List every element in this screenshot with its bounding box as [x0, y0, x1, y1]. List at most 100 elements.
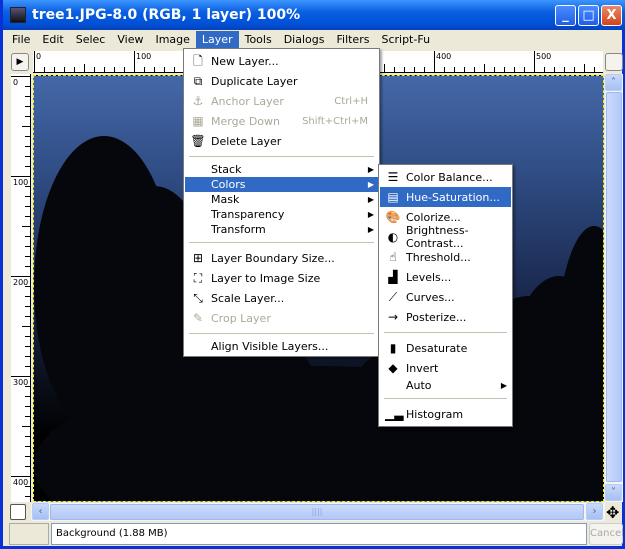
ruler-label: 400: [13, 478, 29, 487]
menu-item-merge-down: ▦ Merge Down Shift+Ctrl+M: [185, 111, 378, 131]
ruler-tick: [25, 146, 30, 147]
menu-item-hue-saturation[interactable]: ▤ Hue-Saturation...: [380, 187, 511, 207]
shortcut-label: Shift+Ctrl+M: [302, 115, 368, 127]
menu-item-mask[interactable]: Mask ▶: [185, 192, 378, 207]
horizontal-scroll-thumb[interactable]: ||||: [50, 504, 584, 520]
ruler-tick: [25, 436, 30, 437]
menu-item-anchor-layer: ⚓ Anchor Layer Ctrl+H: [185, 91, 378, 111]
menu-item-layer-boundary-size[interactable]: ⊞ Layer Boundary Size...: [185, 248, 378, 268]
menu-item-label: Delete Layer: [211, 134, 282, 148]
menu-separator: [189, 333, 374, 334]
ruler-tick: [25, 86, 30, 87]
menu-item-levels[interactable]: ▟ Levels...: [380, 267, 511, 287]
layer-to-image-icon: ⛶: [193, 271, 203, 285]
ruler-tick: [25, 266, 30, 267]
menu-selec[interactable]: Selec: [70, 31, 112, 49]
ruler-tick: [134, 51, 135, 72]
menu-item-crop-layer: ✎ Crop Layer: [185, 308, 378, 328]
menu-item-color-balance[interactable]: ☰ Color Balance...: [380, 167, 511, 187]
scroll-up-button[interactable]: ˄: [605, 74, 622, 91]
ruler-tick: [25, 246, 30, 247]
desaturate-icon: ▮: [389, 341, 397, 355]
layer-menu: 🗋 New Layer... ⧉ Duplicate Layer ⚓ Anchor Lay…: [183, 48, 380, 357]
ruler-tick: [25, 206, 30, 207]
ruler-tick: [25, 456, 30, 457]
ruler-tick: [25, 256, 30, 257]
menu-view[interactable]: View: [111, 31, 149, 49]
navigate-button[interactable]: ▶: [11, 53, 29, 71]
brightness-contrast-icon: ◐: [387, 230, 399, 244]
ruler-tick: [25, 216, 30, 217]
ruler-tick: [484, 64, 485, 72]
ruler-tick: [454, 67, 455, 72]
minimize-button[interactable]: _: [555, 5, 576, 26]
submenu-arrow-icon: ▶: [367, 210, 374, 219]
zoom-to-fit-button[interactable]: [10, 504, 26, 520]
horizontal-scrollbar[interactable]: ‹ |||| ›: [31, 503, 605, 521]
title-bar: tree1.JPG-8.0 (RGB, 1 layer) 100% _ □ X: [3, 0, 625, 30]
menu-image[interactable]: Image: [149, 31, 195, 49]
ruler-tick: [74, 67, 75, 72]
menu-item-auto[interactable]: Auto ▶: [380, 378, 511, 393]
menu-item-transparency[interactable]: Transparency ▶: [185, 207, 378, 222]
ruler-label: 200: [13, 278, 29, 287]
menu-item-posterize[interactable]: → Posterize...: [380, 307, 511, 327]
vertical-scroll-thumb[interactable]: [606, 92, 622, 482]
menu-layer[interactable]: Layer: [195, 30, 239, 49]
menu-item-label: New Layer...: [211, 54, 279, 68]
menu-file[interactable]: File: [6, 31, 36, 49]
menu-item-colors[interactable]: Colors ▶: [185, 177, 378, 192]
ruler-tick: [25, 316, 30, 317]
menu-item-align-visible-layers[interactable]: Align Visible Layers...: [185, 339, 378, 354]
submenu-arrow-icon: ▶: [367, 225, 374, 234]
new-layer-icon: 🗋: [193, 54, 203, 68]
menu-item-stack[interactable]: Stack ▶: [185, 162, 378, 177]
scroll-right-button[interactable]: ›: [586, 503, 603, 520]
navigate-move-icon[interactable]: ✥: [606, 503, 619, 522]
menu-edit[interactable]: Edit: [36, 31, 69, 49]
menu-item-histogram[interactable]: ▁▃ Histogram: [380, 404, 511, 424]
ruler-tick: [25, 166, 30, 167]
menu-item-label: Levels...: [406, 270, 452, 284]
menu-item-label: Transparency: [211, 208, 285, 221]
menu-filters[interactable]: Filters: [330, 31, 375, 49]
menu-item-threshold[interactable]: ☝ Threshold...: [380, 247, 511, 267]
ruler-label: 0: [13, 78, 19, 87]
ruler-tick: [424, 67, 425, 72]
menu-item-scale-layer[interactable]: ⤡ Scale Layer...: [185, 288, 378, 308]
menu-item-transform[interactable]: Transform ▶: [185, 222, 378, 237]
quick-mask-button[interactable]: [605, 53, 623, 71]
scroll-down-button[interactable]: ˅: [605, 484, 622, 501]
ruler-tick: [494, 67, 495, 72]
posterize-icon: →: [387, 310, 399, 324]
menu-item-label: Color Balance...: [406, 170, 493, 184]
ruler-tick: [25, 296, 30, 297]
ruler-label: 0: [36, 52, 42, 61]
ruler-tick: [414, 67, 415, 72]
menu-dialogs[interactable]: Dialogs: [278, 31, 331, 49]
menu-item-curves[interactable]: ⟋ Curves...: [380, 287, 511, 307]
menu-tools[interactable]: Tools: [239, 31, 278, 49]
menu-item-delete-layer[interactable]: 🗑 Delete Layer: [185, 131, 378, 151]
menu-item-brightness-contrast[interactable]: ◐ Brightness-Contrast...: [380, 224, 511, 250]
menu-item-label: Layer Boundary Size...: [211, 251, 335, 265]
menu-script-fu[interactable]: Script-Fu: [375, 31, 436, 49]
ruler-label: 500: [536, 52, 552, 61]
menu-item-label: Posterize...: [406, 310, 467, 324]
menu-item-duplicate-layer[interactable]: ⧉ Duplicate Layer: [185, 71, 378, 91]
ruler-tick: [25, 496, 30, 497]
ruler-tick: [25, 116, 30, 117]
menu-item-layer-to-image-size[interactable]: ⛶ Layer to Image Size: [185, 268, 378, 288]
menu-item-label: Align Visible Layers...: [211, 340, 329, 353]
menu-item-label: Colors: [211, 178, 246, 191]
menu-item-new-layer[interactable]: 🗋 New Layer...: [185, 51, 378, 71]
cancel-button[interactable]: Cancel: [589, 523, 624, 545]
scroll-left-button[interactable]: ‹: [32, 503, 49, 520]
ruler-tick: [22, 126, 30, 127]
levels-icon: ▟: [388, 270, 398, 284]
vertical-scrollbar[interactable]: ˄ ˅: [605, 74, 623, 502]
menu-item-invert[interactable]: ◆ Invert: [380, 358, 511, 378]
close-button[interactable]: X: [601, 5, 622, 26]
maximize-button[interactable]: □: [578, 5, 599, 26]
menu-item-desaturate[interactable]: ▮ Desaturate: [380, 338, 511, 358]
